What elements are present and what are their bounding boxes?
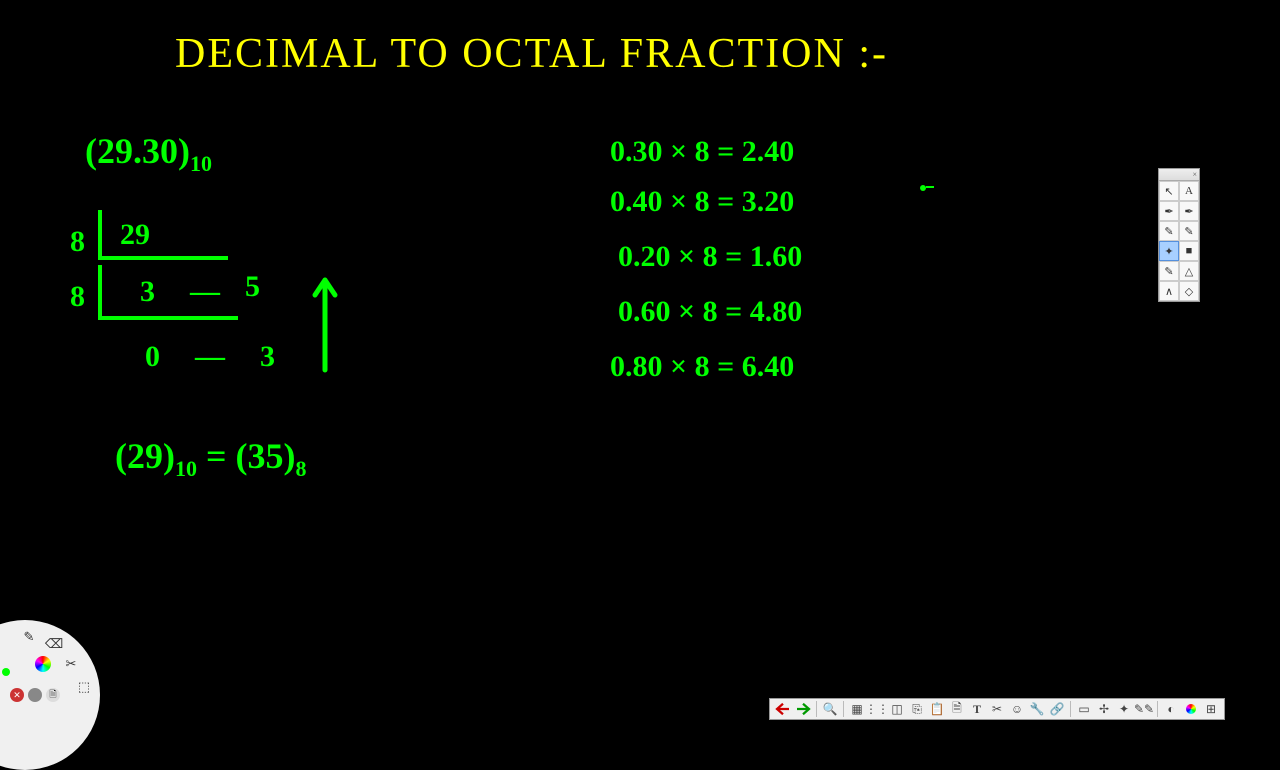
tool-fill[interactable]: ■ [1179,241,1199,261]
input-number: (29.30)10 [85,130,212,177]
radial-tool-3[interactable]: ✂ [62,655,80,673]
separator [816,701,817,717]
fraction-step-2: 0.40 × 8 = 3.20 [610,185,794,219]
palette-header[interactable]: × [1159,169,1199,181]
zoom-button[interactable]: 🔍 [821,700,839,718]
fraction-step-4: 0.60 × 8 = 4.80 [618,295,802,329]
fraction-step-5: 0.80 × 8 = 6.40 [610,350,794,384]
radial-tool-2[interactable]: ⌫ [45,635,63,653]
color-wheel-icon[interactable] [35,656,51,672]
tool-brush[interactable]: ✎ [1159,261,1179,281]
fraction-step-1: 0.30 × 8 = 2.40 [610,135,794,169]
tools-palette[interactable]: × ↖A ✒✒ ✎✎ ✦■ ✎△ ∧◇ [1158,168,1200,302]
color-button[interactable] [1182,700,1200,718]
crop-button[interactable]: ◫ [888,700,906,718]
paste-button[interactable]: 📋 [928,700,946,718]
tool-shape[interactable]: △ [1179,261,1199,281]
pens-button[interactable]: ✎✎ [1135,700,1153,718]
text-button[interactable]: T [968,700,986,718]
radial-color-green[interactable] [2,668,10,676]
bottom-toolbar[interactable]: 🔍 ▦ ⋮⋮ ◫ ⎘ 📋 🗎 T ✂ ☺ 🔧 🔗 ▭ ✢ ✦ ✎✎ ◐ ⊞ [769,698,1225,720]
tool-pen-1[interactable]: ✒ [1159,201,1179,221]
pen-cursor [920,185,926,191]
close-icon[interactable]: × [1192,170,1197,179]
separator [1157,701,1158,717]
radial-close-button[interactable]: ✕ [10,688,24,702]
tool-up[interactable]: ∧ [1159,281,1179,301]
grid-button[interactable]: ▦ [848,700,866,718]
redo-button[interactable] [794,700,812,718]
remainder-2: 3 [260,340,275,374]
doc-button[interactable]: 🗎 [948,700,966,718]
page-title: DECIMAL TO OCTAL FRACTION :- [175,30,888,78]
tool-text[interactable]: A [1179,181,1199,201]
integer-result: (29)10 = (35)8 [115,435,306,482]
quotient-1: 3 [140,275,155,309]
apps-button[interactable]: ⊞ [1202,700,1220,718]
tools-button[interactable]: 🔧 [1028,700,1046,718]
undo-button[interactable] [774,700,792,718]
shapes-button[interactable]: ▭ [1075,700,1093,718]
cut-button[interactable]: ✂ [988,700,1006,718]
tool-pointer[interactable]: ↖ [1159,181,1179,201]
emoji-button[interactable]: ☺ [1008,700,1026,718]
dash-2: — [195,340,225,374]
effects-button[interactable]: ✦ [1115,700,1133,718]
radial-disc-button[interactable] [28,688,42,702]
tool-diamond[interactable]: ◇ [1179,281,1199,301]
dividend: 29 [120,218,150,252]
tool-pencil-1[interactable]: ✎ [1159,221,1179,241]
dots-button[interactable]: ⋮⋮ [868,700,886,718]
tool-highlighter[interactable]: ✦ [1159,241,1179,261]
fraction-step-3: 0.20 × 8 = 1.60 [618,240,802,274]
radial-page-button[interactable]: 🗎 [46,688,60,702]
copy-button[interactable]: ⎘ [908,700,926,718]
radial-tool-1[interactable]: ✎ [20,628,38,646]
contrast-button[interactable]: ◐ [1162,700,1180,718]
division-bar-1 [98,210,228,260]
arrows-button[interactable]: ✢ [1095,700,1113,718]
quotient-2: 0 [145,340,160,374]
separator [843,701,844,717]
link-button[interactable]: 🔗 [1048,700,1066,718]
separator [1070,701,1071,717]
radial-menu[interactable]: ✎ ⌫ ✂ ⬚ ✕ 🗎 [0,620,100,770]
up-arrow-icon [305,260,345,380]
divisor-2: 8 [70,280,85,314]
radial-tool-4[interactable]: ⬚ [75,678,93,696]
divisor-1: 8 [70,225,85,259]
tool-pen-2[interactable]: ✒ [1179,201,1199,221]
remainder-1: 5 [245,270,260,304]
tool-pencil-2[interactable]: ✎ [1179,221,1199,241]
dash-1: — [190,275,220,309]
